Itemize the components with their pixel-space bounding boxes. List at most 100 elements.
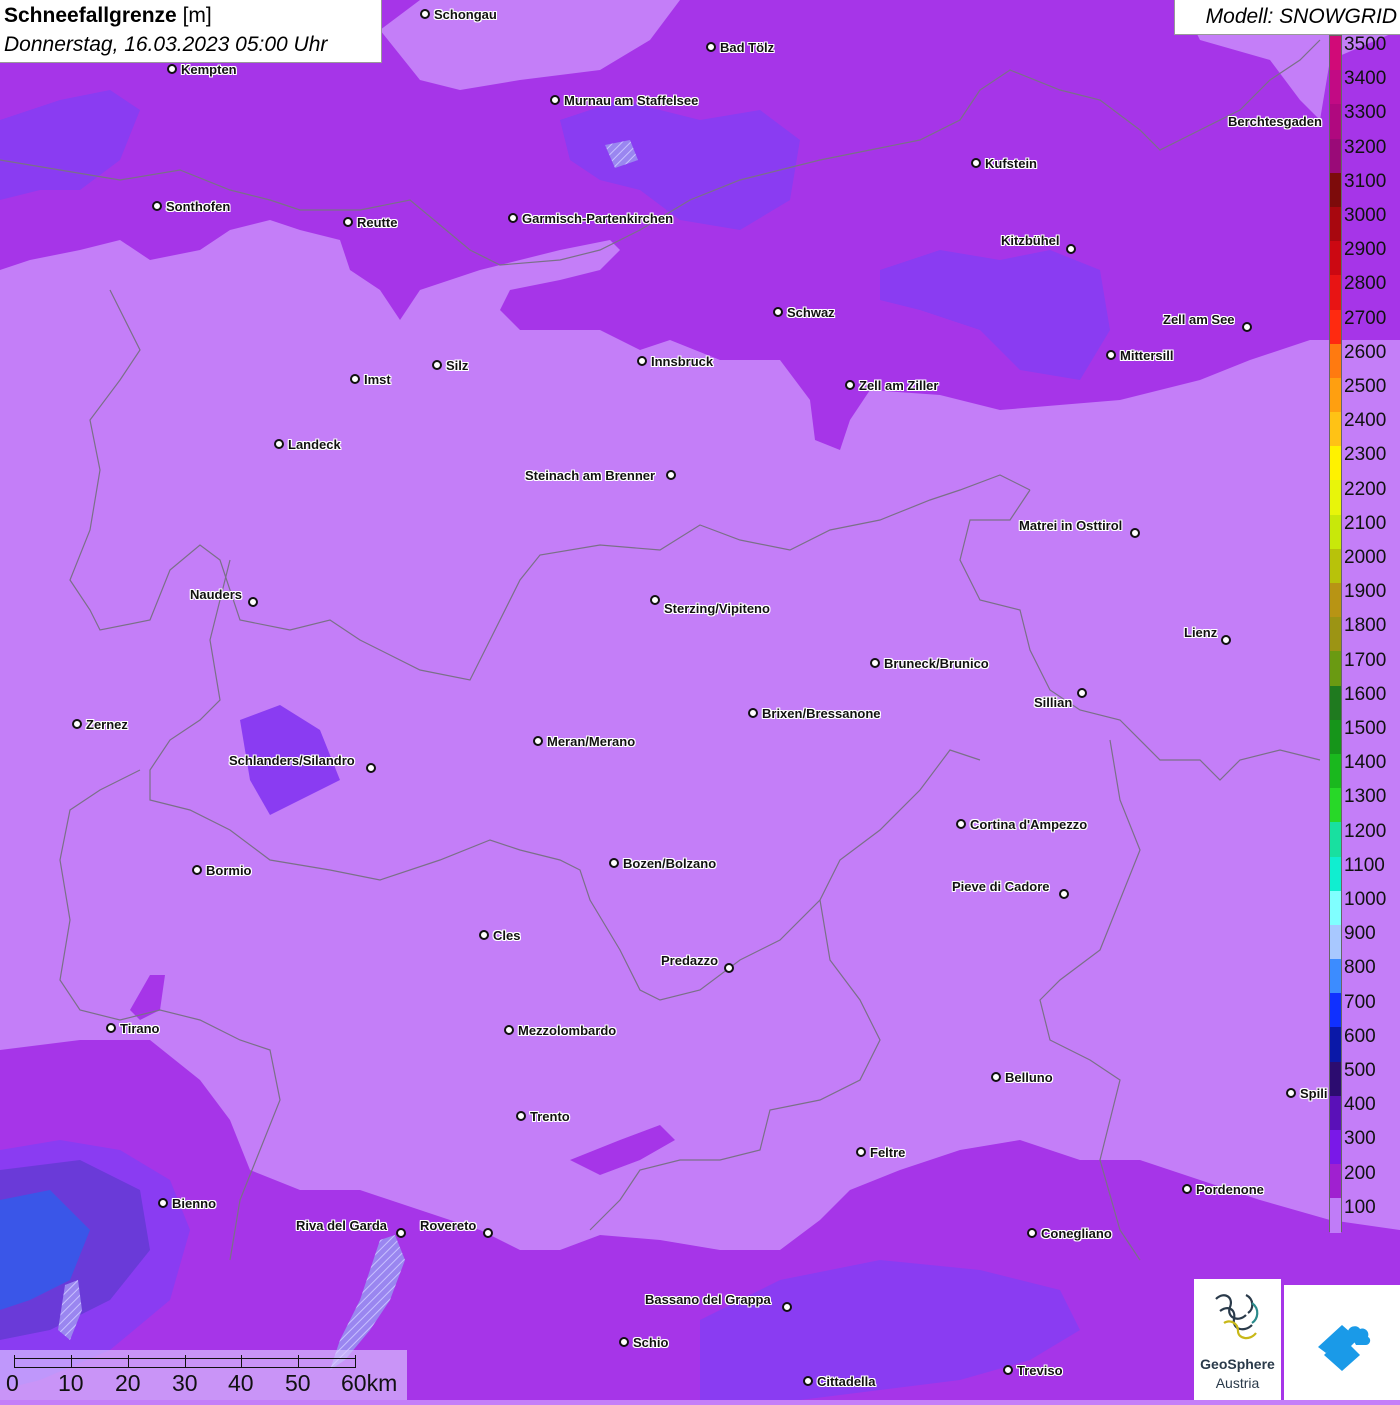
city-label: Cittadella bbox=[817, 1374, 876, 1389]
city-marker bbox=[609, 858, 619, 868]
city-label: Meran/Merano bbox=[547, 734, 636, 749]
city-marker bbox=[1077, 688, 1087, 698]
legend-label: 2600 bbox=[1344, 341, 1387, 363]
legend-label: 800 bbox=[1344, 957, 1376, 979]
legend-swatch bbox=[1330, 788, 1341, 823]
legend-label: 3000 bbox=[1344, 205, 1387, 226]
city-label: Tirano bbox=[120, 1021, 160, 1036]
legend-label: 3200 bbox=[1344, 136, 1387, 158]
scale-label: 20 bbox=[115, 1370, 141, 1396]
legend-swatch bbox=[1330, 617, 1341, 652]
city-marker bbox=[1027, 1228, 1037, 1238]
city-marker bbox=[158, 1198, 168, 1208]
city-marker bbox=[366, 763, 376, 773]
city-label: Zell am See bbox=[1163, 312, 1235, 327]
legend-swatch bbox=[1330, 377, 1341, 413]
city-label: Treviso bbox=[1017, 1363, 1063, 1378]
legend-swatch bbox=[1330, 1095, 1341, 1130]
legend-label: 300 bbox=[1344, 1128, 1376, 1150]
legend-label: 3300 bbox=[1344, 102, 1387, 124]
legend-label: 600 bbox=[1344, 1025, 1376, 1047]
city-label: Kufstein bbox=[985, 156, 1037, 171]
city-marker bbox=[782, 1302, 792, 1312]
city-marker bbox=[1003, 1365, 1013, 1375]
legend-swatch bbox=[1330, 1164, 1341, 1199]
legend-label: 2700 bbox=[1344, 307, 1387, 329]
city-label: Kitzbühel bbox=[1001, 233, 1060, 248]
legend-label: 1000 bbox=[1344, 889, 1387, 910]
city-marker bbox=[533, 736, 543, 746]
city-label: Schongau bbox=[434, 7, 497, 22]
city-label: Garmisch-Partenkirchen bbox=[522, 211, 674, 226]
legend-swatch bbox=[1330, 446, 1341, 481]
legend-swatch bbox=[1330, 36, 1341, 71]
city-label: Schlanders/Silandro bbox=[229, 753, 355, 768]
city-marker bbox=[274, 439, 284, 449]
logo-name-line1: GeoSphere bbox=[1200, 1356, 1275, 1372]
city-marker bbox=[650, 595, 660, 605]
legend-label: 3500 bbox=[1344, 34, 1387, 55]
city-label: Schwaz bbox=[787, 305, 835, 320]
legend-swatch bbox=[1330, 104, 1341, 139]
legend-swatch bbox=[1330, 309, 1341, 344]
scale-tick bbox=[71, 1355, 72, 1367]
legend-swatch bbox=[1330, 1027, 1341, 1062]
city-label: Brixen/Bressanone bbox=[762, 706, 881, 721]
legend-swatch bbox=[1330, 1130, 1341, 1165]
city-marker bbox=[748, 708, 758, 718]
city-marker bbox=[516, 1111, 526, 1121]
scale-bar: 0 10 20 30 40 50 60km bbox=[0, 1350, 407, 1400]
city-label: Zernez bbox=[86, 717, 128, 732]
city-label: Bormio bbox=[206, 863, 252, 878]
legend-label: 3400 bbox=[1344, 68, 1387, 90]
legend-swatch bbox=[1330, 241, 1341, 276]
legend-label: 900 bbox=[1344, 923, 1376, 945]
legend-label: 2400 bbox=[1344, 410, 1387, 432]
city-marker bbox=[350, 374, 360, 384]
legend-swatch bbox=[1330, 138, 1341, 173]
city-marker bbox=[1059, 889, 1069, 899]
geosphere-logo-icon bbox=[1215, 1294, 1259, 1340]
city-marker bbox=[192, 865, 202, 875]
legend-swatch bbox=[1330, 959, 1341, 994]
city-label: Sonthofen bbox=[166, 199, 231, 214]
legend-swatch bbox=[1330, 924, 1341, 960]
scale-label: 60km bbox=[341, 1370, 398, 1396]
city-label: Pordenone bbox=[1196, 1182, 1264, 1197]
legend-label: 1800 bbox=[1344, 615, 1387, 637]
city-marker bbox=[773, 307, 783, 317]
snowgrid-app-logo bbox=[1284, 1285, 1400, 1400]
city-label: Landeck bbox=[288, 437, 341, 452]
city-marker bbox=[167, 64, 177, 74]
city-label: Mittersill bbox=[1120, 348, 1174, 363]
title-panel: Schneefallgrenze [m] Donnerstag, 16.03.2… bbox=[0, 0, 382, 63]
legend-label: 2300 bbox=[1344, 444, 1387, 466]
scale-tick bbox=[185, 1355, 186, 1367]
city-marker bbox=[1221, 635, 1231, 645]
legend-label: 2000 bbox=[1344, 547, 1387, 568]
legend-swatch bbox=[1330, 70, 1341, 105]
scale-tick bbox=[241, 1355, 242, 1367]
city-marker bbox=[706, 42, 716, 52]
city-label: Feltre bbox=[870, 1145, 906, 1160]
legend-label: 1600 bbox=[1344, 683, 1387, 705]
city-label: Steinach am Brenner bbox=[525, 468, 656, 483]
city-label: Bruneck/Brunico bbox=[884, 656, 989, 671]
city-marker bbox=[504, 1025, 514, 1035]
scale-label: 10 bbox=[58, 1370, 84, 1396]
city-marker bbox=[508, 213, 518, 223]
legend-swatch bbox=[1330, 890, 1341, 925]
city-marker bbox=[803, 1376, 813, 1386]
city-marker bbox=[152, 201, 162, 211]
legend-swatch bbox=[1330, 993, 1341, 1028]
city-marker bbox=[1182, 1184, 1192, 1194]
city-marker bbox=[72, 719, 82, 729]
legend-swatch bbox=[1330, 583, 1341, 618]
scale-label: 0 bbox=[6, 1370, 19, 1396]
legend-swatch bbox=[1330, 1061, 1341, 1096]
city-marker bbox=[248, 597, 258, 607]
model-label: Modell: SNOWGRID bbox=[1205, 5, 1397, 28]
legend-swatch bbox=[1330, 343, 1341, 378]
city-marker bbox=[550, 95, 560, 105]
city-label: Pieve di Cadore bbox=[952, 879, 1050, 894]
